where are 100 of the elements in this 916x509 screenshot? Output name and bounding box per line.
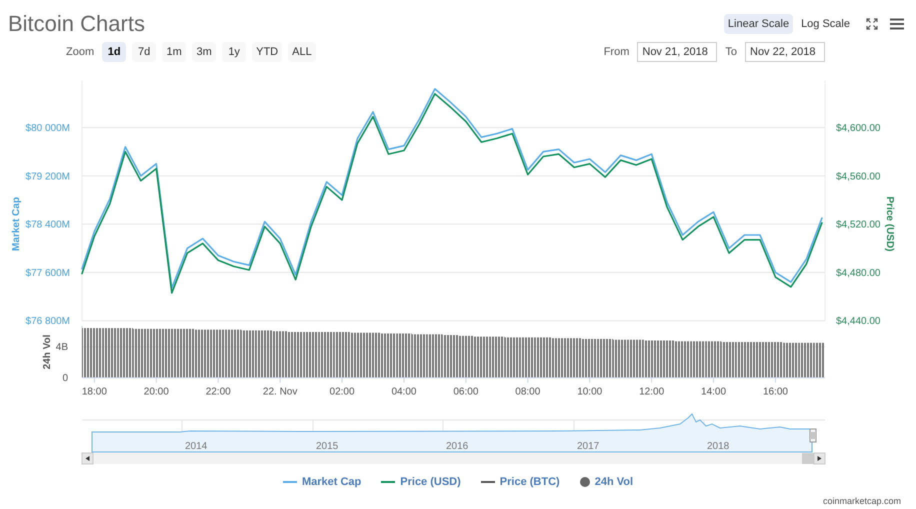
volume-bar [350, 332, 366, 378]
volume-bar [102, 328, 118, 378]
axis-label: $79 200M [26, 171, 70, 182]
zoom-button[interactable]: 7d [132, 42, 156, 62]
scale-button[interactable]: Linear Scale [724, 14, 794, 34]
axis-label: 2017 [577, 441, 600, 452]
date-field[interactable]: Nov 22, 2018 [745, 42, 825, 62]
legend-item[interactable]: 24h Vol [580, 474, 634, 490]
volume-bar [536, 337, 551, 378]
axis-label: 18:00 [82, 386, 107, 398]
volume-bar [628, 340, 644, 378]
volume-bar [303, 332, 319, 378]
scroll-left-icon[interactable] [82, 452, 94, 464]
axis-label: $4,440.00 [836, 316, 880, 326]
zoom-button[interactable]: 1y [222, 42, 246, 62]
zoom-button[interactable]: YTD [252, 42, 282, 62]
zoom-button[interactable]: 1d [102, 42, 126, 62]
volume-bar [226, 330, 242, 378]
volume-bar [612, 340, 628, 378]
volume-bar [288, 332, 304, 378]
zoom-button[interactable]: 1m [162, 42, 186, 62]
volume-bar [164, 328, 180, 378]
zoom-button[interactable]: 3m [192, 42, 216, 62]
volume-bar [118, 328, 134, 378]
volume-bar [180, 328, 195, 378]
axis-label: 2015 [316, 441, 338, 452]
axis-label: 06:00 [453, 386, 478, 398]
axis-label: $4,480.00 [836, 268, 880, 279]
volume-bar [489, 336, 505, 378]
volume-bar [256, 330, 272, 378]
volume-bar [133, 328, 149, 378]
volume-bar [706, 341, 722, 378]
axis-title: 24h Vol [42, 334, 53, 370]
page-title: Bitcoin Charts [8, 10, 145, 38]
axis-label: 22:00 [206, 386, 231, 398]
volume-bar [520, 337, 536, 378]
scroll-right-icon[interactable] [814, 452, 826, 464]
volume-bar [241, 330, 257, 378]
axis-label: $78 400M [26, 220, 70, 231]
range-handle[interactable] [810, 428, 816, 442]
volume-bar [783, 342, 799, 378]
volume-bar [380, 334, 396, 378]
axis-label: $4,600.00 [836, 123, 880, 134]
volume-bar [195, 330, 210, 378]
volume-bar [551, 338, 566, 378]
axis-label: 2016 [446, 441, 468, 452]
volume-bar [566, 338, 582, 378]
axis-label: 0 [62, 373, 68, 384]
legend-item[interactable]: Market Cap [282, 474, 362, 490]
volume-bar [427, 334, 443, 378]
volume-bar [768, 342, 784, 378]
volume-bar [412, 334, 428, 378]
axis-label: 16:00 [762, 386, 788, 398]
volume-bar [474, 336, 490, 378]
axis-label: $4,520.00 [836, 220, 880, 231]
volume-bar [365, 332, 381, 378]
volume-bar [674, 341, 690, 378]
volume-bar [210, 330, 226, 378]
volume-bar [504, 337, 520, 378]
scale-button[interactable]: Log Scale [797, 14, 854, 34]
axis-label: $4,560.00 [836, 171, 880, 182]
zoom-button[interactable]: ALL [288, 42, 316, 62]
volume-bar [659, 340, 675, 378]
volume-bar [396, 334, 412, 378]
axis-label: 08:00 [515, 386, 540, 398]
fullscreen-icon[interactable] [866, 18, 878, 30]
from-label: From [604, 44, 630, 60]
axis-label: 2014 [185, 441, 208, 452]
to-label: To [725, 44, 737, 60]
volume-bar [644, 340, 660, 378]
credit-link[interactable]: coinmarketcap.com [822, 495, 901, 508]
volume-bar [458, 336, 474, 378]
axis-label: 22. Nov [262, 386, 298, 398]
volume-bar [721, 342, 737, 378]
axis-label: 4B [56, 342, 68, 354]
volume-bar [318, 332, 334, 378]
axis-label: 14:00 [701, 386, 726, 398]
axis-title: Market Cap [11, 197, 22, 251]
volume-bar [598, 338, 613, 378]
axis-label: $80 000M [26, 123, 70, 134]
axis-label: 04:00 [391, 386, 416, 398]
volume-bar [582, 338, 598, 378]
menu-icon[interactable] [890, 18, 904, 30]
legend-item[interactable]: Price (BTC) [480, 474, 560, 490]
volume-bar [148, 328, 164, 378]
scrollbar-thumb[interactable] [802, 453, 814, 464]
legend-item[interactable]: Price (USD) [381, 474, 461, 490]
axis-label: 10:00 [577, 386, 602, 398]
zoom-label: Zoom [66, 44, 94, 60]
date-field[interactable]: Nov 21, 2018 [637, 42, 718, 62]
axis-label: 20:00 [144, 386, 169, 398]
volume-bar [442, 335, 458, 378]
volume-bar [334, 332, 350, 378]
axis-label: 2018 [707, 441, 730, 452]
axis-label: 02:00 [330, 386, 355, 398]
volume-bar [752, 342, 768, 378]
axis-label: 12:00 [639, 386, 664, 398]
axis-title: Price (USD) [884, 196, 895, 252]
volume-bar [272, 331, 288, 378]
axis-label: $76 800M [26, 316, 70, 326]
